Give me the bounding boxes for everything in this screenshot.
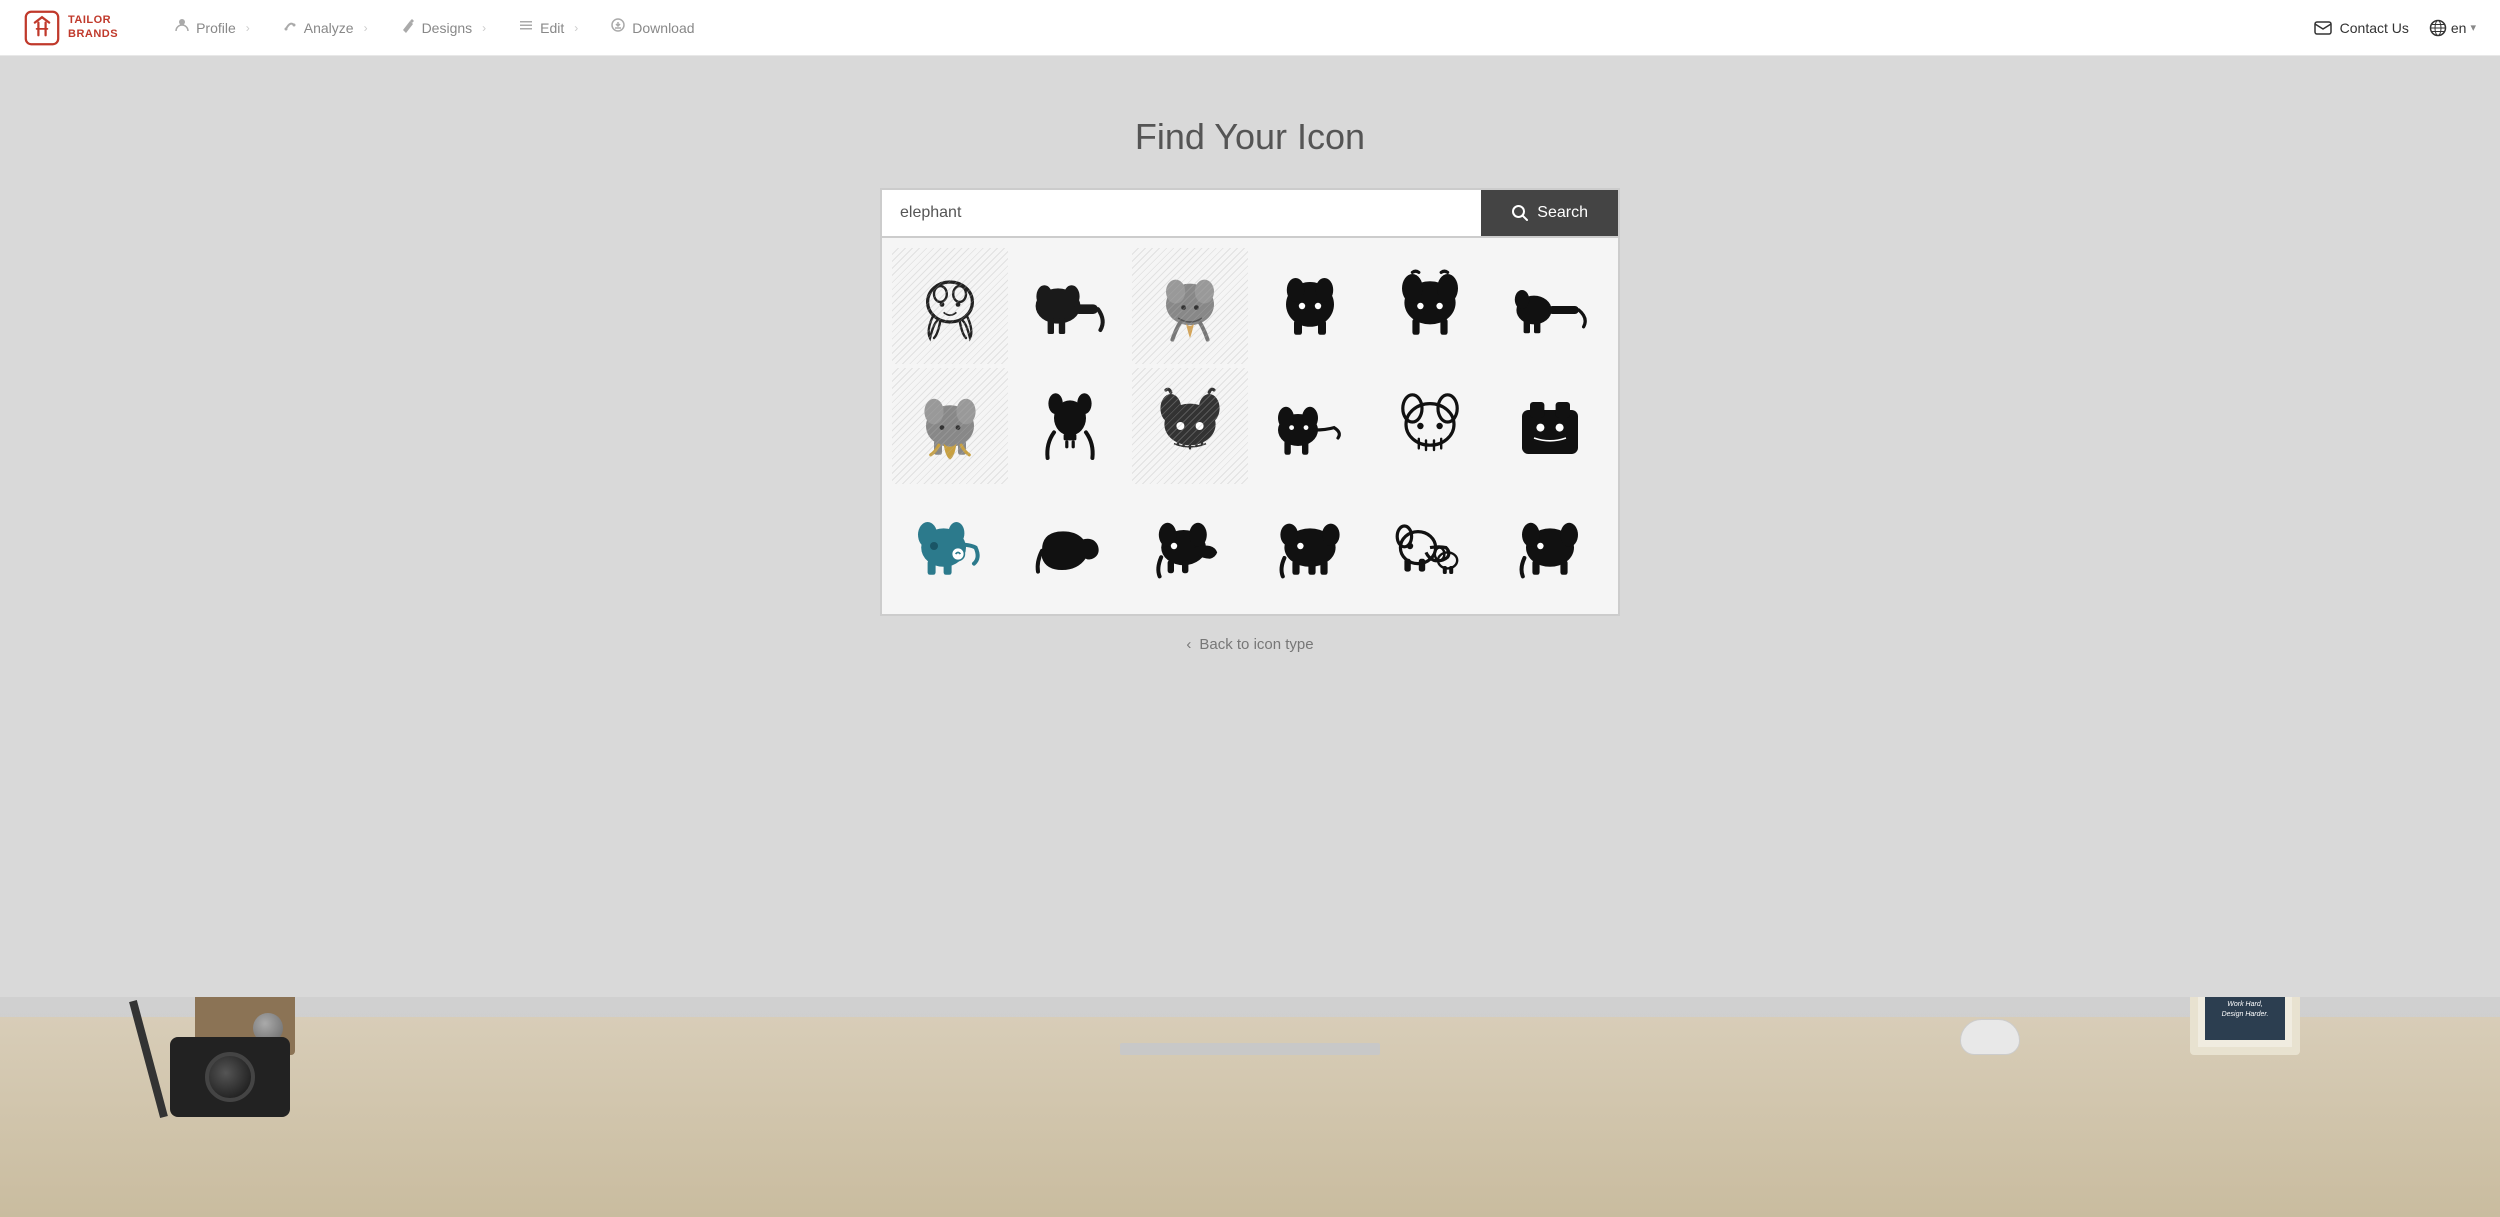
list-item[interactable] [1252, 368, 1368, 484]
edit-icon [518, 17, 534, 38]
icon-grid-container [880, 238, 1620, 616]
chevron-left-icon: ‹ [1186, 636, 1191, 653]
list-item[interactable] [1372, 368, 1488, 484]
edit-chevron: › [574, 21, 578, 35]
icon-grid [892, 248, 1608, 604]
nav-profile[interactable]: Profile › [158, 17, 266, 38]
nav-analyze[interactable]: Analyze › [266, 17, 384, 38]
nav-download[interactable]: Download [594, 17, 710, 38]
page-title: Find Your Icon [1135, 116, 1365, 158]
list-item[interactable] [1132, 368, 1248, 484]
list-item[interactable] [1372, 488, 1488, 604]
search-input[interactable] [882, 190, 1481, 236]
list-item[interactable] [1012, 248, 1128, 364]
list-item[interactable] [892, 368, 1008, 484]
search-bar: Search [880, 188, 1620, 238]
globe-icon [2429, 19, 2447, 37]
app-header: TAILOR BRANDS Profile › Analyze › Design… [0, 0, 2500, 56]
picture-frame-prop: Work Hard, Design Harder. [2190, 997, 2300, 1055]
frame-inner: Work Hard, Design Harder. [2205, 997, 2285, 1040]
list-item[interactable] [1132, 248, 1248, 364]
list-item[interactable] [1252, 488, 1368, 604]
logo[interactable]: TAILOR BRANDS [24, 10, 118, 46]
list-item[interactable] [1132, 488, 1248, 604]
search-icon [1511, 204, 1529, 222]
search-widget: Search [880, 188, 1620, 616]
nav-edit[interactable]: Edit › [502, 17, 594, 38]
envelope-icon [2314, 21, 2332, 35]
main-content: Find Your Icon Search [0, 56, 2500, 1217]
designs-icon [400, 17, 416, 38]
contact-us-button[interactable]: Contact Us [2314, 20, 2409, 36]
list-item[interactable] [1492, 488, 1608, 604]
list-item[interactable] [892, 248, 1008, 364]
language-selector[interactable]: en ▾ [2429, 19, 2476, 37]
profile-chevron: › [246, 21, 250, 35]
list-item[interactable] [1492, 248, 1608, 364]
back-to-icon-type-link[interactable]: ‹ Back to icon type [1186, 636, 1313, 653]
frame-text: Work Hard, Design Harder. [2222, 1000, 2269, 1020]
camera-lens [205, 1052, 255, 1102]
main-nav: Profile › Analyze › Designs › Edit › [158, 17, 2314, 38]
frame-border: Work Hard, Design Harder. [2190, 997, 2300, 1055]
list-item[interactable] [892, 488, 1008, 604]
list-item[interactable] [1372, 248, 1488, 364]
download-icon [610, 17, 626, 38]
profile-icon [174, 17, 190, 38]
camera-body [170, 1037, 290, 1117]
list-item[interactable] [1492, 368, 1608, 484]
analyze-icon [282, 17, 298, 38]
nav-designs[interactable]: Designs › [384, 17, 503, 38]
desk-scene: Work Hard, Design Harder. [0, 997, 2500, 1217]
designs-chevron: › [482, 21, 486, 35]
laptop-prop [1120, 1043, 1380, 1055]
list-item[interactable] [1012, 368, 1128, 484]
logo-text: TAILOR BRANDS [68, 14, 118, 40]
mouse-prop [1960, 1019, 2020, 1055]
camera-prop [160, 1017, 300, 1117]
header-actions: Contact Us en ▾ [2314, 19, 2476, 37]
analyze-chevron: › [364, 21, 368, 35]
list-item[interactable] [1012, 488, 1128, 604]
search-button[interactable]: Search [1481, 190, 1618, 236]
lang-chevron-icon: ▾ [2470, 21, 2476, 34]
list-item[interactable] [1252, 248, 1368, 364]
mouse-body [1960, 1019, 2020, 1055]
tailor-brands-logo-icon [24, 10, 60, 46]
